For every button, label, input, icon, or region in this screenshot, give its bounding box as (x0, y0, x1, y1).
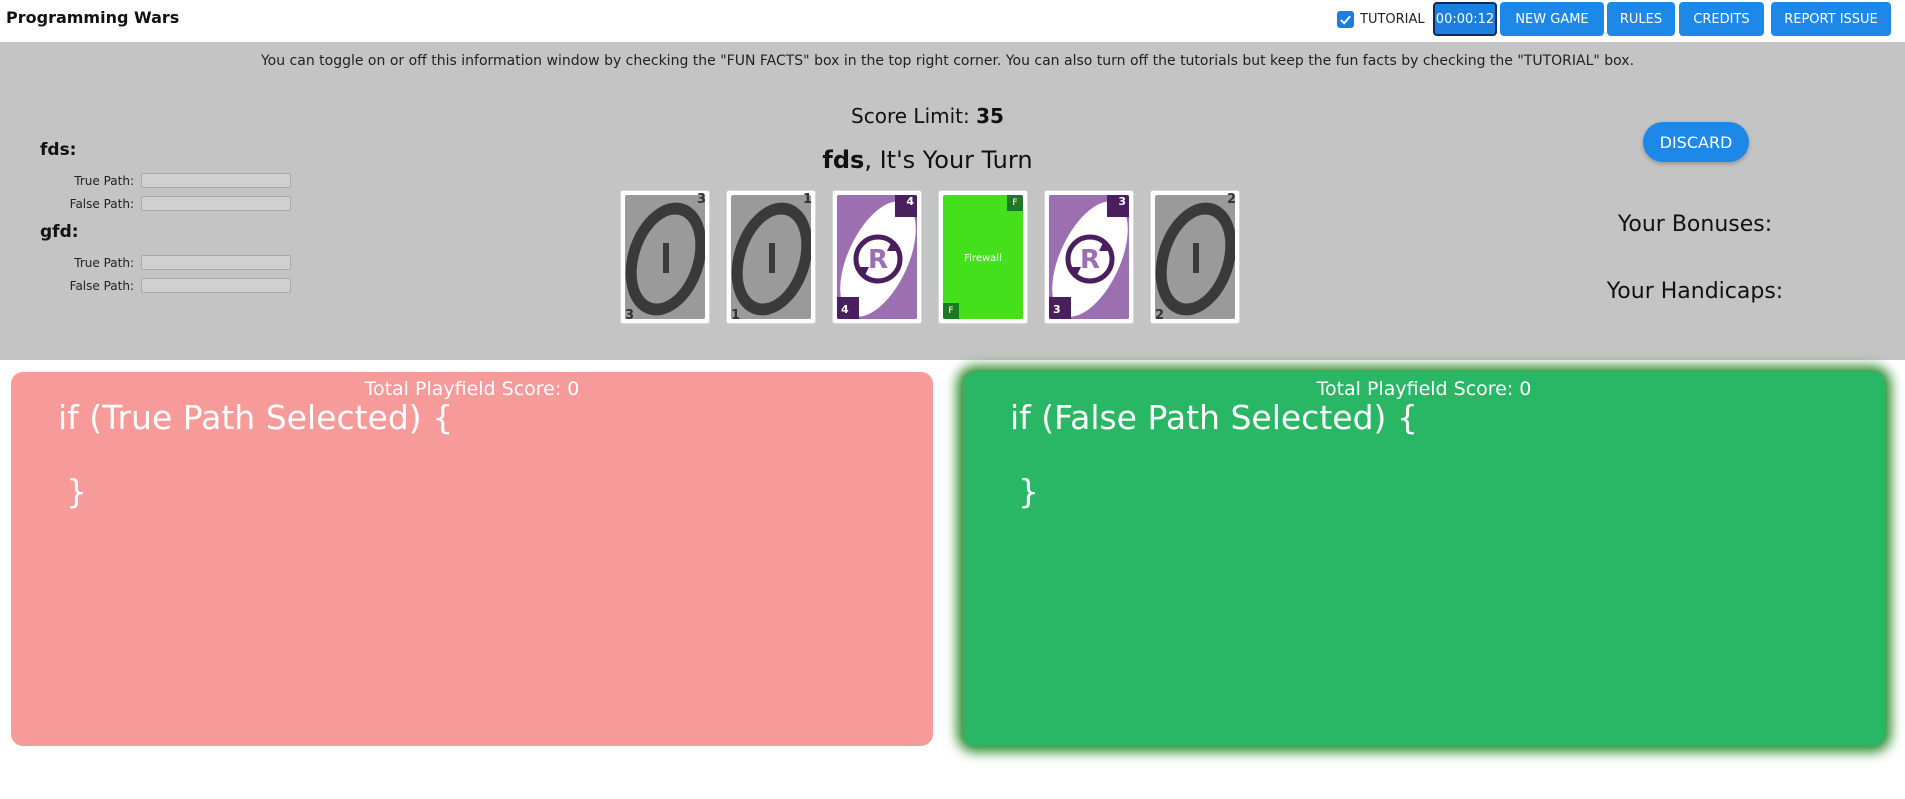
playfield-condition: if (False Path Selected) { (1010, 398, 1418, 437)
repetition-card-face: R (1049, 195, 1129, 319)
firewall-label: Firewall (964, 253, 1002, 264)
playfield-close-brace: } (1018, 472, 1039, 511)
top-bar: Programming Wars TUTORIAL 00:00:12 NEW G… (0, 0, 1905, 42)
false-path-label: False Path: (69, 196, 134, 211)
playfield-score: Total Playfield Score: 0 (364, 378, 580, 400)
false-path-row: False Path: (66, 195, 291, 212)
svg-text:R: R (1080, 245, 1100, 275)
instruction-card-face (731, 195, 811, 319)
playfield-condition: if (True Path Selected) { (58, 398, 454, 437)
true-path-label: True Path: (74, 173, 134, 188)
svg-text:R: R (868, 245, 888, 275)
instruction-icon (1155, 202, 1235, 316)
info-panel: You can toggle on or off this informatio… (0, 42, 1905, 360)
false-path-label: False Path: (69, 278, 134, 293)
rules-button[interactable]: RULES (1607, 2, 1675, 36)
card-value-bottom: 3 (625, 308, 635, 323)
true-path-progress (141, 255, 291, 270)
turn-indicator: fds, It's Your Turn (0, 146, 1855, 174)
card-value-top: 4 (906, 195, 914, 208)
timer-display: 00:00:12 (1433, 2, 1497, 36)
instruction-card[interactable]: 2 2 (1150, 190, 1240, 324)
instruction-card[interactable]: 1 1 (726, 190, 816, 324)
player-entry: gfd: True Path: False Path: (40, 222, 291, 294)
false-path-row: False Path: (66, 277, 291, 294)
discard-button[interactable]: DISCARD (1643, 122, 1749, 162)
app-title: Programming Wars (6, 8, 180, 27)
turn-suffix: , It's Your Turn (864, 146, 1033, 174)
player-name: gfd: (40, 222, 79, 242)
playfield-score: Total Playfield Score: 0 (1316, 378, 1532, 400)
score-limit-value: 35 (976, 104, 1004, 128)
false-path-progress (141, 196, 291, 211)
card-value-top: 3 (1118, 195, 1126, 208)
report-issue-button[interactable]: REPORT ISSUE (1771, 2, 1891, 36)
card-value-top: 2 (1226, 192, 1236, 207)
repetition-card[interactable]: R 3 3 (1044, 190, 1134, 324)
false-path-playfield[interactable]: Total Playfield Score: 0 if (False Path … (963, 372, 1885, 746)
card-value-bottom: 1 (731, 308, 741, 323)
instruction-card-face (625, 195, 705, 319)
true-path-row: True Path: (66, 254, 291, 271)
tutorial-toggle[interactable]: TUTORIAL (1337, 9, 1425, 29)
player-hand: 3 3 1 1 R 4 4 Firewall F F R 3 3 2 2 (620, 190, 1256, 324)
credits-button[interactable]: CREDITS (1679, 2, 1764, 36)
tutorial-label: TUTORIAL (1360, 11, 1425, 27)
firewall-card[interactable]: Firewall F F (938, 190, 1028, 324)
handicaps-label: Your Handicaps: (1606, 279, 1784, 304)
score-limit: Score Limit: 35 (0, 104, 1855, 128)
current-player-name: fds (822, 146, 865, 174)
true-path-progress (141, 173, 291, 188)
new-game-button[interactable]: NEW GAME (1500, 2, 1604, 36)
card-value-top: 3 (696, 192, 706, 207)
checkbox-checked-icon[interactable] (1337, 10, 1354, 28)
playfield-close-brace: } (66, 472, 87, 511)
repetition-card[interactable]: R 4 4 (832, 190, 922, 324)
score-limit-label: Score Limit: (851, 104, 977, 128)
instruction-icon (625, 202, 705, 316)
instruction-card-face (1155, 195, 1235, 319)
card-value-bottom: 2 (1155, 308, 1165, 323)
firewall-badge-bottom: F (943, 303, 959, 319)
card-value-bottom: 3 (1053, 303, 1061, 316)
firewall-badge-top: F (1007, 195, 1023, 211)
false-path-progress (141, 278, 291, 293)
firewall-card-face: Firewall F F (943, 195, 1023, 319)
card-value-top: 1 (802, 192, 812, 207)
fun-fact-tip: You can toggle on or off this informatio… (260, 53, 1635, 69)
true-path-playfield[interactable]: Total Playfield Score: 0 if (True Path S… (11, 372, 933, 746)
bonuses-label: Your Bonuses: (1617, 212, 1773, 237)
card-value-bottom: 4 (841, 303, 849, 316)
instruction-card[interactable]: 3 3 (620, 190, 710, 324)
repetition-card-face: R (837, 195, 917, 319)
true-path-label: True Path: (74, 255, 134, 270)
true-path-row: True Path: (66, 172, 291, 189)
instruction-icon (731, 202, 811, 316)
